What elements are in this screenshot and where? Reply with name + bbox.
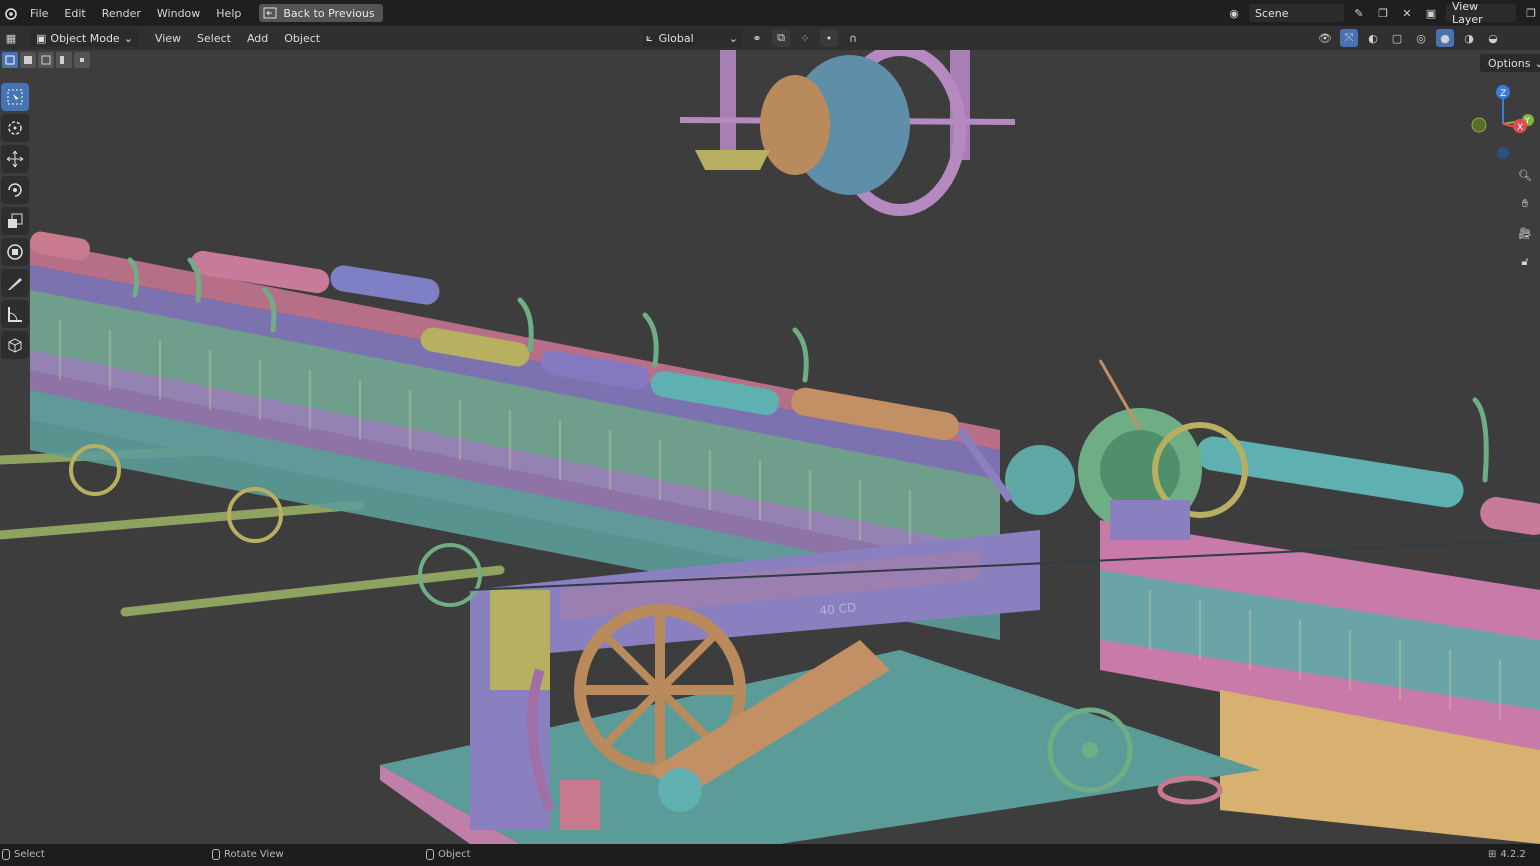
camera-view-icon[interactable]: 🎥︎ bbox=[1514, 222, 1536, 244]
chevron-down-icon: ⌄ bbox=[728, 31, 738, 45]
status-version: ⊞ 4.2.2 bbox=[1488, 849, 1526, 860]
status-rotate-label: Rotate View bbox=[224, 849, 284, 860]
mouse-right-icon bbox=[426, 849, 434, 860]
3d-viewport[interactable]: 40 CD Z Y X Options ⌄ 🔍︎ ✋︎ 🎥︎ 🔓︎ bbox=[0, 50, 1540, 844]
transform-tool-icon[interactable] bbox=[1, 238, 29, 266]
select-intersect-icon[interactable] bbox=[74, 52, 90, 68]
gizmo-x-label: X bbox=[1517, 123, 1523, 133]
viewport-header: ▦ ▣ Object Mode ⌄ View Select Add Object… bbox=[0, 26, 1540, 50]
status-object: Object bbox=[426, 849, 471, 860]
menu-view[interactable]: View bbox=[147, 32, 189, 45]
orientation-icon: ⟀ bbox=[646, 31, 653, 44]
status-rotate: Rotate View bbox=[212, 849, 284, 860]
editor-type-icon[interactable]: ▦ bbox=[2, 29, 20, 47]
status-object-label: Object bbox=[438, 849, 471, 860]
object-mode-icon: ▣ bbox=[36, 31, 47, 45]
select-new-icon[interactable] bbox=[2, 52, 18, 68]
mode-label: Object Mode bbox=[50, 31, 120, 45]
menu-object[interactable]: Object bbox=[276, 32, 328, 45]
mode-selector[interactable]: ▣ Object Mode ⌄ bbox=[30, 29, 139, 47]
snap-toggle-icon[interactable]: ⧉ bbox=[772, 29, 790, 47]
visibility-icon[interactable]: 👁 bbox=[1316, 29, 1334, 47]
select-extend-icon[interactable] bbox=[20, 52, 36, 68]
pin-icon[interactable]: ✎ bbox=[1350, 4, 1368, 22]
overlay-toggle-icon[interactable]: ◐ bbox=[1364, 29, 1382, 47]
measure-tool-icon[interactable] bbox=[1, 300, 29, 328]
select-box-tool-icon[interactable] bbox=[1, 83, 29, 111]
top-menu-bar: File Edit Render Window Help Back to Pre… bbox=[0, 0, 1540, 26]
annotate-tool-icon[interactable] bbox=[1, 269, 29, 297]
view-layer-selector-icon[interactable]: ▣ bbox=[1422, 4, 1440, 22]
menu-render[interactable]: Render bbox=[94, 7, 149, 20]
status-bar: Select Rotate View Object ⊞ 4.2.2 bbox=[0, 844, 1540, 866]
proportional-edit-icon[interactable]: • bbox=[820, 29, 838, 47]
solid-shading-icon[interactable]: ● bbox=[1436, 29, 1454, 47]
topbar-right: ◉ Scene ✎ ❐ ✕ ▣ View Layer ❐ bbox=[1225, 0, 1540, 26]
shading-controls: 👁 ⤧ ◐ ▢ ◎ ● ◑ ◒ bbox=[1316, 29, 1502, 47]
options-label: Options bbox=[1488, 56, 1531, 70]
zoom-icon[interactable]: 🔍︎ bbox=[1514, 164, 1536, 186]
navigation-gizmo[interactable]: Z Y X bbox=[1470, 82, 1540, 162]
mouse-middle-icon bbox=[212, 849, 220, 860]
gizmo-neg-z-icon[interactable] bbox=[1497, 147, 1509, 159]
viewport-scene: 40 CD bbox=[0, 50, 1540, 844]
cursor-tool-icon[interactable] bbox=[1, 114, 29, 142]
menu-help[interactable]: Help bbox=[208, 7, 249, 20]
viewport-menu: View Select Add Object bbox=[147, 32, 328, 45]
delete-scene-icon[interactable]: ✕ bbox=[1398, 4, 1416, 22]
new-view-layer-icon[interactable]: ❐ bbox=[1522, 4, 1540, 22]
back-arrow-icon bbox=[263, 7, 277, 19]
select-subtract-icon[interactable] bbox=[38, 52, 54, 68]
scene-field[interactable]: Scene bbox=[1249, 4, 1344, 22]
view-layer-label: View Layer bbox=[1452, 0, 1483, 26]
selection-mode-toggles bbox=[0, 52, 90, 70]
add-cube-tool-icon[interactable] bbox=[1, 331, 29, 359]
scale-tool-icon[interactable] bbox=[1, 207, 29, 235]
menu-add[interactable]: Add bbox=[239, 32, 276, 45]
falloff-icon[interactable]: ∩ bbox=[844, 29, 862, 47]
status-select-label: Select bbox=[14, 849, 45, 860]
menu-edit[interactable]: Edit bbox=[56, 7, 93, 20]
select-invert-icon[interactable] bbox=[56, 52, 72, 68]
scene-selector-icon[interactable]: ◉ bbox=[1225, 4, 1243, 22]
menu-select[interactable]: Select bbox=[189, 32, 239, 45]
blender-logo-icon[interactable] bbox=[0, 0, 22, 26]
version-label: 4.2.2 bbox=[1500, 849, 1526, 860]
gizmo-toggle-icon[interactable]: ⤧ bbox=[1340, 29, 1358, 47]
chevron-down-icon: ⌄ bbox=[123, 31, 133, 45]
pan-hand-icon[interactable]: ✋︎ bbox=[1514, 193, 1536, 215]
move-tool-icon[interactable] bbox=[1, 145, 29, 173]
status-select: Select bbox=[2, 849, 45, 860]
network-icon: ⊞ bbox=[1488, 849, 1497, 860]
rendered-shading-icon[interactable]: ◒ bbox=[1484, 29, 1502, 47]
wireframe-shading-icon[interactable]: ◎ bbox=[1412, 29, 1430, 47]
back-to-previous-label: Back to Previous bbox=[283, 6, 375, 20]
chevron-down-icon: ⌄ bbox=[1534, 56, 1540, 70]
mouse-left-icon bbox=[2, 849, 10, 860]
rotate-tool-icon[interactable] bbox=[1, 176, 29, 204]
menu-file[interactable]: File bbox=[22, 7, 56, 20]
gizmo-z-label: Z bbox=[1500, 89, 1506, 99]
snap-controls: ⚭ ⧉ ⁘ • ∩ bbox=[748, 29, 862, 47]
new-scene-icon[interactable]: ❐ bbox=[1374, 4, 1392, 22]
lock-icon[interactable]: 🔓︎ bbox=[1514, 251, 1536, 273]
view-layer-field[interactable]: View Layer bbox=[1446, 0, 1516, 26]
gizmo-neg-y-icon[interactable] bbox=[1471, 117, 1487, 133]
pivot-point-icon[interactable]: ⚭ bbox=[748, 29, 766, 47]
back-to-previous-button[interactable]: Back to Previous bbox=[259, 4, 383, 22]
menu-window[interactable]: Window bbox=[149, 7, 208, 20]
blender-window: File Edit Render Window Help Back to Pre… bbox=[0, 0, 1540, 866]
viewport-nav-controls: 🔍︎ ✋︎ 🎥︎ 🔓︎ bbox=[1514, 164, 1538, 280]
orientation-label: Global bbox=[658, 31, 694, 45]
main-menu: File Edit Render Window Help bbox=[22, 0, 249, 26]
transform-orientation-selector[interactable]: ⟀ Global ⌄ bbox=[642, 29, 742, 47]
options-dropdown[interactable]: Options ⌄ bbox=[1480, 54, 1540, 72]
material-shading-icon[interactable]: ◑ bbox=[1460, 29, 1478, 47]
tool-shelf bbox=[0, 80, 30, 362]
xray-toggle-icon[interactable]: ▢ bbox=[1388, 29, 1406, 47]
snap-target-icon[interactable]: ⁘ bbox=[796, 29, 814, 47]
scene-label: Scene bbox=[1255, 6, 1289, 20]
